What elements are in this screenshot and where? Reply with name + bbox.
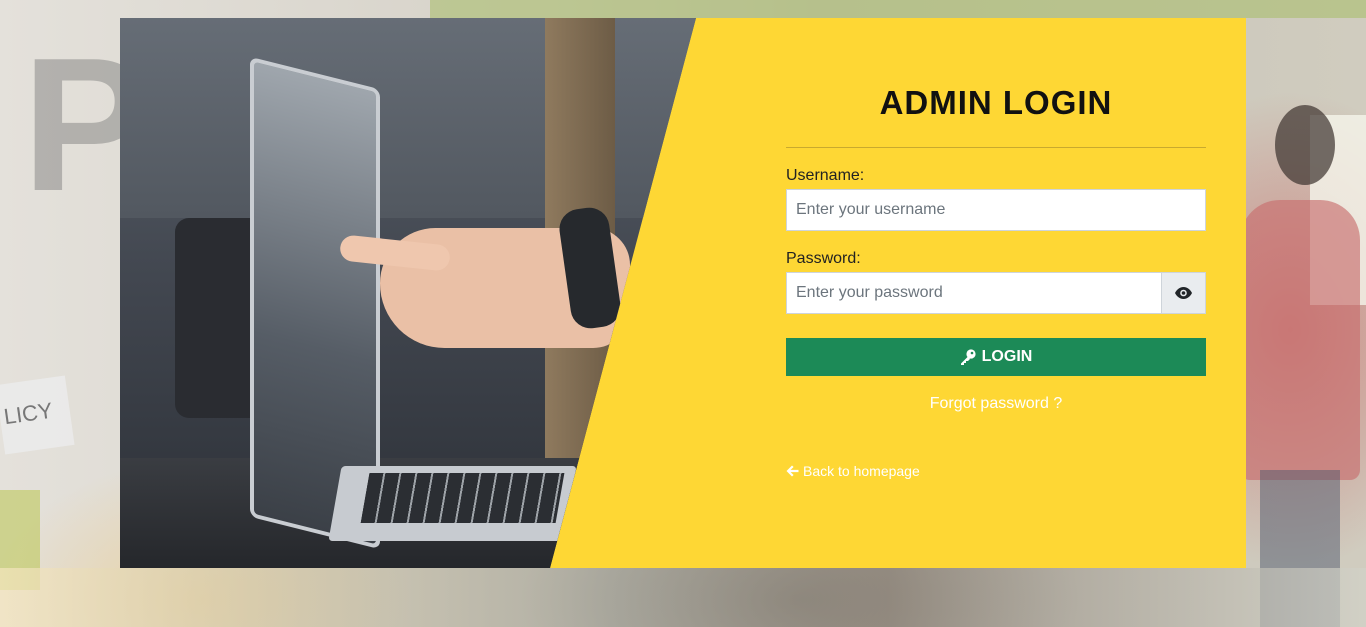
password-field-wrap <box>786 272 1206 314</box>
username-label: Username: <box>786 167 865 184</box>
arrow-left-icon <box>786 465 799 477</box>
photo-laptop-keys <box>360 473 565 523</box>
back-to-homepage-link[interactable]: Back to homepage <box>786 463 920 479</box>
login-button-label: LOGIN <box>981 348 1033 365</box>
password-label: Password: <box>786 250 861 267</box>
eye-icon <box>1175 287 1192 299</box>
username-input[interactable] <box>786 189 1206 231</box>
key-icon <box>960 349 976 365</box>
page-title: ADMIN LOGIN <box>879 84 1113 121</box>
login-card: ADMIN LOGIN Username: Password: L <box>120 18 1246 568</box>
back-to-homepage-label: Back to homepage <box>803 463 920 479</box>
show-password-button[interactable] <box>1162 272 1206 314</box>
password-input[interactable] <box>786 272 1162 314</box>
login-button[interactable]: LOGIN <box>786 338 1206 376</box>
forgot-password-link[interactable]: Forgot password ? <box>786 395 1206 413</box>
laptop-photo <box>120 18 696 568</box>
background-person-head <box>1275 105 1335 185</box>
background-sign-strip <box>430 0 1366 18</box>
background-floor <box>0 568 1366 627</box>
title-divider <box>786 147 1206 148</box>
background-person <box>1240 200 1360 480</box>
background-policy-sign: LICY <box>0 375 75 455</box>
username-field-wrap <box>786 189 1206 231</box>
login-form: ADMIN LOGIN Username: Password: L <box>786 18 1206 568</box>
